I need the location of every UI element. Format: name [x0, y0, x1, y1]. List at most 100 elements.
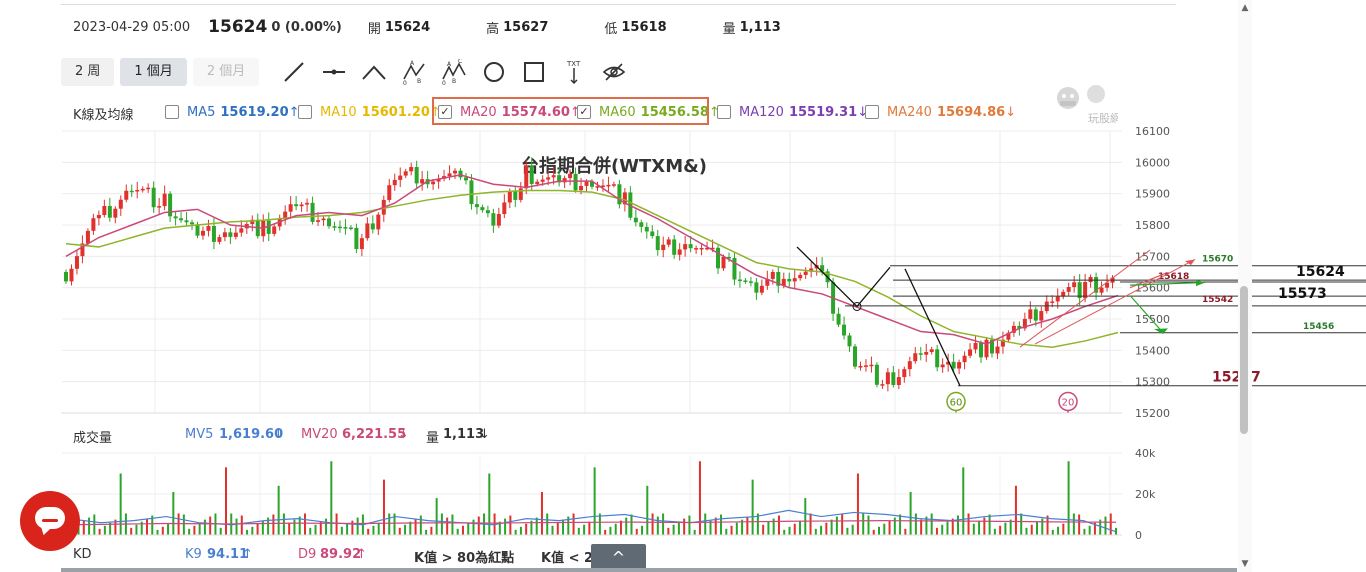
candle-body: [496, 214, 501, 226]
kline-chart: 1520015300154001550015600157001580015900…: [61, 125, 1366, 542]
candle-body: [343, 227, 348, 229]
candle-body: [891, 372, 896, 386]
candle-body: [288, 204, 293, 212]
candle-body: [463, 177, 468, 181]
candle-body: [929, 349, 934, 353]
candle-body: [173, 216, 178, 219]
candle-body: [316, 220, 321, 222]
candle-body: [337, 226, 342, 229]
candle-body: [770, 272, 775, 279]
candle-body: [979, 343, 984, 358]
candle-body: [951, 361, 956, 369]
candle-body: [529, 165, 534, 184]
candle-body: [354, 227, 359, 250]
price-level-label: 15573: [1278, 286, 1327, 302]
candle-body: [1039, 311, 1044, 321]
candle-body: [995, 346, 1000, 354]
candle-body: [491, 213, 496, 226]
candle-body: [655, 236, 660, 251]
candle-body: [787, 278, 792, 282]
price-level-label: 15624: [1296, 264, 1345, 280]
candle-body: [568, 173, 573, 179]
candle-body: [102, 205, 107, 215]
candle-body: [716, 247, 721, 269]
candle-body: [1066, 287, 1071, 292]
candle-body: [968, 349, 973, 356]
candle-body: [398, 175, 403, 180]
candle-body: [107, 205, 112, 218]
candle-body: [858, 366, 863, 368]
candle-body: [513, 190, 518, 200]
candle-body: [836, 313, 841, 325]
candle-body: [409, 167, 414, 172]
candle-body: [1033, 309, 1038, 321]
candle-body: [847, 335, 852, 347]
candle-body: [935, 349, 940, 368]
vol-value: 1,113: [443, 427, 485, 442]
candle-body: [480, 207, 485, 211]
chevron-up-icon: ^: [611, 548, 626, 567]
candle-body: [918, 353, 923, 355]
candle-body: [200, 230, 205, 236]
candle-body: [885, 372, 890, 385]
volume-tick-label: 20k: [1135, 488, 1156, 501]
candle-body: [957, 362, 962, 369]
mv5-arrow: ↓: [273, 427, 284, 442]
candle-body: [748, 281, 753, 283]
candle-body: [485, 210, 490, 214]
candle-body: [606, 184, 611, 187]
candle-body: [688, 244, 693, 249]
candle-body: [1088, 277, 1093, 283]
price-level-label: 15670: [1202, 255, 1233, 265]
candle-body: [940, 364, 945, 368]
price-tick-label: 15900: [1135, 188, 1170, 201]
candle-body: [453, 170, 458, 174]
candle-body: [869, 364, 874, 367]
candle-body: [535, 181, 540, 184]
scrollbar-thumb[interactable]: [1240, 286, 1248, 434]
candle-body: [96, 214, 101, 219]
candle-body: [507, 190, 512, 203]
candle-body: [694, 248, 699, 250]
candle-body: [803, 271, 808, 275]
candle-body: [579, 185, 584, 191]
candle-body: [474, 204, 479, 208]
candle-body: [151, 187, 156, 208]
candle-body: [1099, 287, 1104, 293]
candle-body: [217, 237, 222, 242]
candle-body: [140, 188, 145, 191]
candle-body: [743, 280, 748, 282]
k9-label: K9: [185, 547, 202, 562]
candle-body: [984, 339, 989, 358]
candle-body: [759, 285, 764, 293]
candle-body: [737, 279, 742, 282]
candle-body: [1050, 301, 1055, 303]
candle-body: [168, 193, 173, 217]
candle-body: [414, 167, 419, 184]
scroll-down-arrow-icon[interactable]: ▼: [1239, 558, 1251, 570]
candle-body: [228, 232, 233, 237]
candle-body: [124, 190, 129, 200]
candle-body: [677, 249, 682, 255]
bottom-scrollbar[interactable]: [61, 568, 1237, 572]
candle-body: [924, 352, 929, 355]
candle-body: [880, 384, 885, 386]
candle-body: [842, 324, 847, 336]
candle-body: [874, 364, 879, 385]
candle-body: [469, 180, 474, 205]
candle-body: [546, 177, 551, 180]
candle-body: [458, 170, 463, 178]
vol-arrow: ↓: [479, 427, 490, 442]
ma20-marker-label: 20: [1062, 397, 1075, 408]
chat-button[interactable]: [20, 491, 80, 551]
candle-body: [359, 238, 364, 250]
kd-note-oversold: K值 < 2: [541, 551, 594, 566]
ma60-line: [65, 189, 1119, 348]
scroll-up-arrow-icon[interactable]: ▲: [1239, 2, 1251, 14]
price-tick-label: 15800: [1135, 219, 1170, 232]
candle-body: [792, 278, 797, 282]
candle-body: [85, 230, 90, 244]
candle-body: [962, 355, 967, 363]
candle-body: [798, 274, 803, 279]
candle-body: [633, 217, 638, 223]
